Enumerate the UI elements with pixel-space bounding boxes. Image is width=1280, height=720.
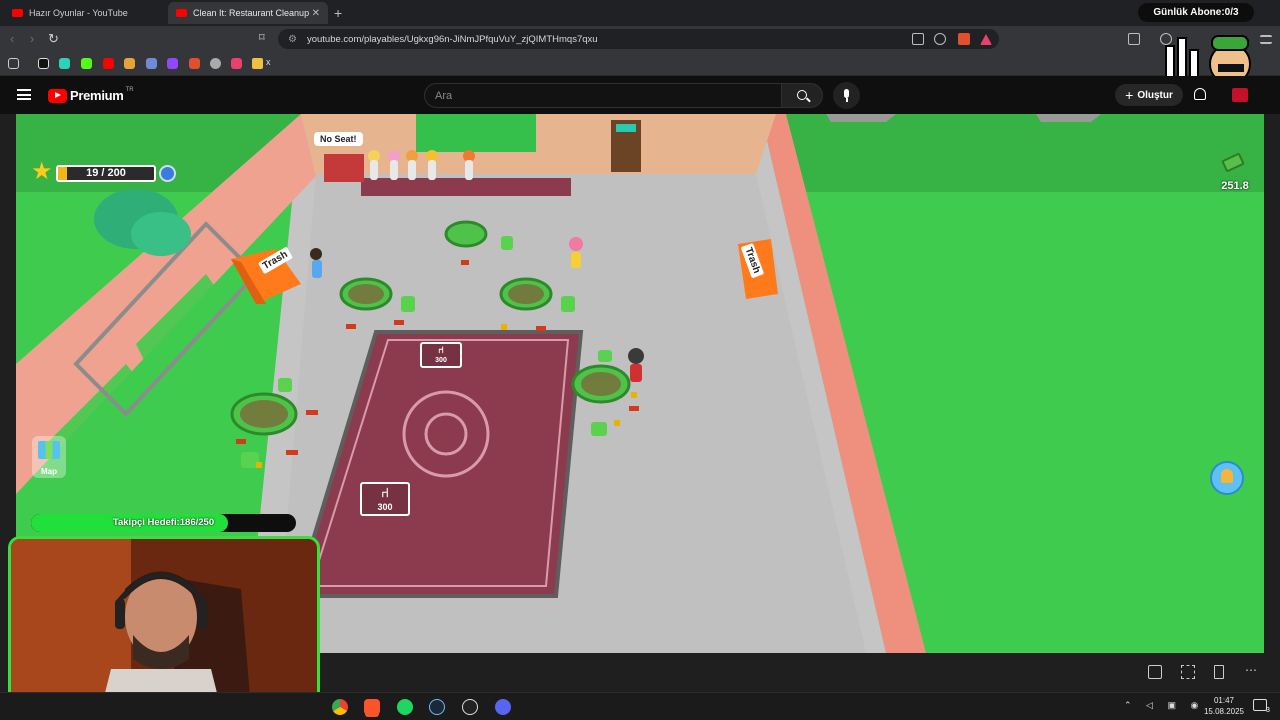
youtube-premium-logo[interactable]: Premium TR [48,86,134,103]
bookmark-icon[interactable] [231,58,242,69]
bookmarks-bar: x [0,52,1280,76]
notifications-bell-icon[interactable] [1194,88,1206,100]
brave-shield-icon[interactable] [958,33,970,45]
table-chair-icon: ⑁ [438,345,444,356]
search-input[interactable] [424,83,782,108]
subscriber-goal-overlay: Günlük Abone:0/3 [1138,3,1254,22]
tab-clean-it[interactable]: Clean It: Restaurant Cleanup - Yo ✕ [168,2,328,24]
url-field[interactable]: ⚙ youtube.com/playables/Ugkxg96n-JiNmJPf… [278,29,999,49]
back-icon[interactable]: ‹ [10,31,14,46]
twitch-icon[interactable] [167,58,178,69]
no-seat-bubble: No Seat! [314,132,363,146]
youtube-favicon-icon [12,9,23,17]
clock-date: 15.08.2025 [1203,707,1245,716]
follower-goal-bar: Takipçi Hedefi:186/250 [31,514,296,532]
voice-search-button[interactable] [833,82,860,109]
youtube-bookmark-icon[interactable] [103,58,114,69]
table-chair-icon: ⑁ [381,485,389,500]
level-star-icon: ★ [31,158,53,185]
level-badge-icon [159,165,176,182]
save-icon[interactable] [1214,665,1224,679]
folder-icon[interactable] [252,58,263,69]
reload-icon[interactable]: ↻ [48,31,59,47]
bookmark-icon[interactable] [189,58,200,69]
create-button[interactable]: + Oluştur [1115,84,1183,106]
browser-menu-icon[interactable] [1260,35,1272,44]
buy-table-button-1[interactable]: ⑁ 300 [420,342,462,368]
share-icon[interactable] [934,33,946,45]
steam-icon[interactable] [429,699,445,715]
system-tray-icons[interactable]: ⌃ ◁ ▣ ◉ [1124,700,1204,711]
chrome-icon[interactable] [332,699,348,715]
bookmark-icon[interactable] [210,58,221,69]
bookmark-folder-label[interactable]: x [266,57,271,67]
brand-label: Premium [70,88,124,103]
browser-tab-bar: Hazır Oyunlar - YouTube Clean It: Restau… [0,0,1280,26]
map-button[interactable]: Map [32,436,66,478]
spotify-icon[interactable] [397,699,413,715]
discord-bookmark-icon[interactable] [146,58,157,69]
notification-center-icon[interactable] [1253,699,1267,711]
map-icon [38,441,60,459]
tab-title: Clean It: Restaurant Cleanup - Yo [193,8,311,18]
bookmark-icon[interactable] [59,58,70,69]
url-text: youtube.com/playables/Ugkxg96n-JiNmJPfqu… [306,33,598,45]
level-progress-bar: 19 / 200 [56,165,156,182]
site-info-icon[interactable]: ⚙ [288,34,297,45]
windows-taskbar [0,692,1280,720]
new-tab-button[interactable]: + [334,5,342,21]
money-counter: 251.8 [1221,180,1249,192]
bookmark-icon[interactable] [124,58,135,69]
cast-icon[interactable] [912,33,924,45]
youtube-play-icon [48,88,67,103]
region-code: TR [125,86,134,93]
close-tab-icon[interactable]: ✕ [312,8,320,19]
apps-grid-icon[interactable] [8,58,19,69]
brave-icon[interactable] [364,699,380,715]
webcam-overlay [8,536,320,712]
forward-icon[interactable]: › [30,31,34,46]
search-button[interactable] [781,83,823,108]
fullscreen-icon[interactable] [1181,665,1195,679]
avatar[interactable] [1232,88,1248,102]
notification-count: 3 [1266,707,1270,714]
more-options-icon[interactable]: ⋯ [1244,664,1258,679]
search-icon [797,90,807,100]
table-price: 300 [377,502,393,512]
clock-time: 01:47 [1213,696,1235,705]
create-label: Oluştur [1137,89,1173,101]
discord-icon[interactable] [495,699,511,715]
browser-address-bar: ‹ › ↻ ⌑ ⚙ youtube.com/playables/Ugkxg96n… [0,26,1280,52]
buy-table-button-2[interactable]: ⑁ 300 [360,482,410,516]
webcam-feed [11,539,317,709]
tab-title: Hazır Oyunlar - YouTube [29,8,128,18]
clock[interactable]: 01:47 15.08.2025 [1196,695,1252,717]
hamburger-menu-icon[interactable] [17,89,31,100]
table-price: 300 [435,357,447,364]
follower-goal-text: Takipçi Hedefi:186/250 [112,517,215,528]
plus-icon: + [1125,87,1134,103]
level-progress-text: 19 / 200 [86,167,126,179]
kick-icon[interactable] [81,58,92,69]
game-bell-icon[interactable] [1210,461,1244,495]
youtube-favicon-icon [176,9,187,17]
tab-hazir-oyunlar[interactable]: Hazır Oyunlar - YouTube [4,2,166,24]
map-label: Map [41,467,57,476]
sidebar-icon[interactable] [1128,33,1140,45]
brave-rewards-icon[interactable] [980,34,992,45]
youtube-header: Premium TR + Oluştur [0,76,1280,114]
player-controls: ⋯ [1140,662,1270,684]
bookmark-page-icon[interactable]: ⌑ [259,31,265,44]
obs-icon[interactable] [462,699,478,715]
mute-icon[interactable] [1148,665,1162,679]
x-twitter-icon[interactable] [38,58,49,69]
